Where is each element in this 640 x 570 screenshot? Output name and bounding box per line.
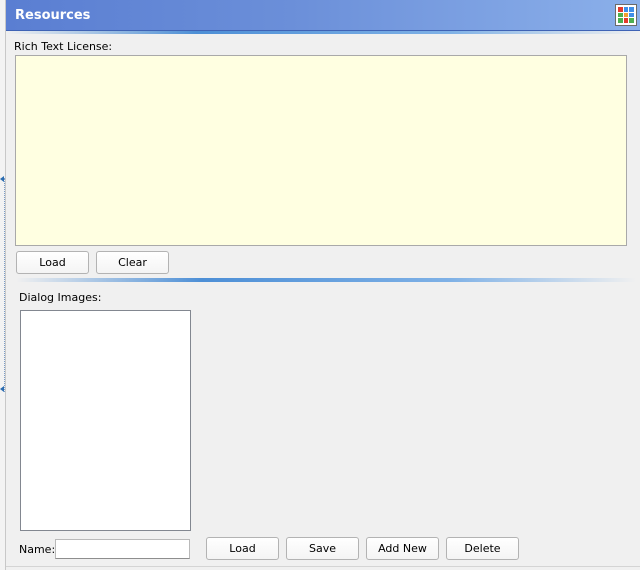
panel-title: Resources <box>15 8 91 23</box>
license-clear-button[interactable]: Clear <box>96 251 169 274</box>
dialog-images-label: Dialog Images: <box>19 291 102 304</box>
grid-icon[interactable] <box>615 4 637 26</box>
splitter-gutter <box>4 178 5 392</box>
image-delete-button[interactable]: Delete <box>446 537 519 560</box>
name-input[interactable] <box>55 539 190 559</box>
panel-header: Resources <box>6 0 640 31</box>
rich-text-license-editor[interactable] <box>15 55 627 246</box>
image-add-new-button[interactable]: Add New <box>366 537 439 560</box>
section-divider <box>16 278 636 282</box>
left-splitter[interactable] <box>0 0 6 570</box>
header-divider <box>6 31 640 34</box>
rich-text-license-label: Rich Text License: <box>14 40 113 53</box>
collapse-arrow-icon[interactable] <box>0 176 4 182</box>
license-load-button[interactable]: Load <box>16 251 89 274</box>
name-label: Name: <box>19 543 56 556</box>
image-load-button[interactable]: Load <box>206 537 279 560</box>
dialog-images-list[interactable] <box>20 310 191 531</box>
collapse-arrow-icon[interactable] <box>0 386 4 392</box>
image-save-button[interactable]: Save <box>286 537 359 560</box>
bottom-border <box>6 566 640 567</box>
